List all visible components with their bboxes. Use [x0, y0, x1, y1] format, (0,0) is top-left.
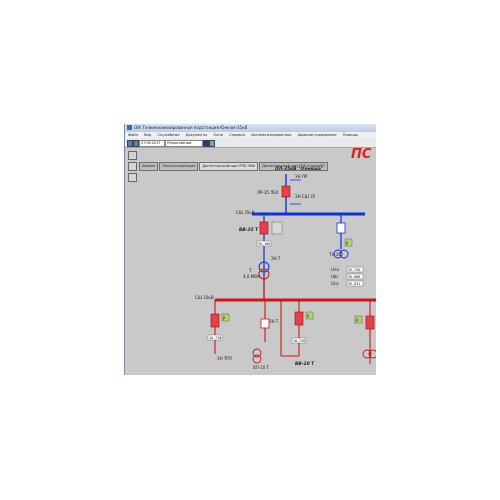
bus35-label: СШ 35кВ: [236, 210, 255, 215]
readout-uab-name: Uла: [331, 267, 339, 272]
application-window: ОІК Телемеханизированная подстанция Южна…: [124, 124, 376, 375]
bus10-label: СШ 10кВ: [195, 295, 214, 300]
transformer-label: Т: [248, 268, 252, 273]
line-title: ПЛ-35кВ "Олевіца": [275, 166, 323, 172]
breaker-top-label: ВВ-35 Т: [239, 227, 259, 233]
bay-c-fuse[interactable]: [260, 318, 270, 329]
readout-ubc-name: Uвс: [331, 274, 338, 279]
label-zn-lr: ЗН ЛР: [295, 174, 308, 179]
bay-a-label: ЗН ТРП: [217, 356, 232, 361]
readout-uab-value: 35,756: [348, 268, 360, 272]
readout-uca-value: 35,031: [348, 282, 360, 286]
bay-b-value: 10,728: [293, 339, 305, 343]
tn-winding-2: [339, 249, 349, 259]
bay-a-breaker[interactable]: [210, 313, 220, 328]
bay-value-1: 35,186: [258, 242, 270, 246]
readout-uca-name: Uса: [331, 281, 339, 286]
transformer-rating: 4,0 МВА: [243, 274, 260, 279]
label-zn-sh35: ЗН СШ 35: [295, 194, 316, 199]
readout-ubc-value: 35,088: [348, 275, 360, 279]
label-lr-35: ЛР-35 ЛЕ4: [257, 190, 279, 195]
bay-c-label: ВЛ-10 Т: [253, 365, 270, 370]
bay-b-breaker[interactable]: [294, 311, 304, 326]
tn-label: ТН-35: [328, 252, 341, 257]
single-line-diagram: ПС ПЛ-35кВ "Олевіца" ЗН ЛР ЛР-35 ЛЕ4 ЗН …: [195, 147, 376, 370]
bay-d-breaker[interactable]: [365, 315, 375, 330]
breaker-bottom-label: ВВ-10 Т: [295, 361, 315, 367]
tn-disconnector[interactable]: [336, 222, 346, 234]
bay-c-zn-label: ЗН Т: [269, 319, 279, 324]
line-disconnector[interactable]: [281, 185, 291, 198]
bay-c-winding-2: [252, 354, 262, 364]
bay-a-value: 10,718: [209, 336, 221, 340]
breaker-vv35[interactable]: [259, 221, 269, 235]
station-title: ПС: [351, 147, 372, 162]
breaker-status-panel: [271, 221, 283, 235]
zn-t-label: ЗН Т: [271, 256, 281, 261]
